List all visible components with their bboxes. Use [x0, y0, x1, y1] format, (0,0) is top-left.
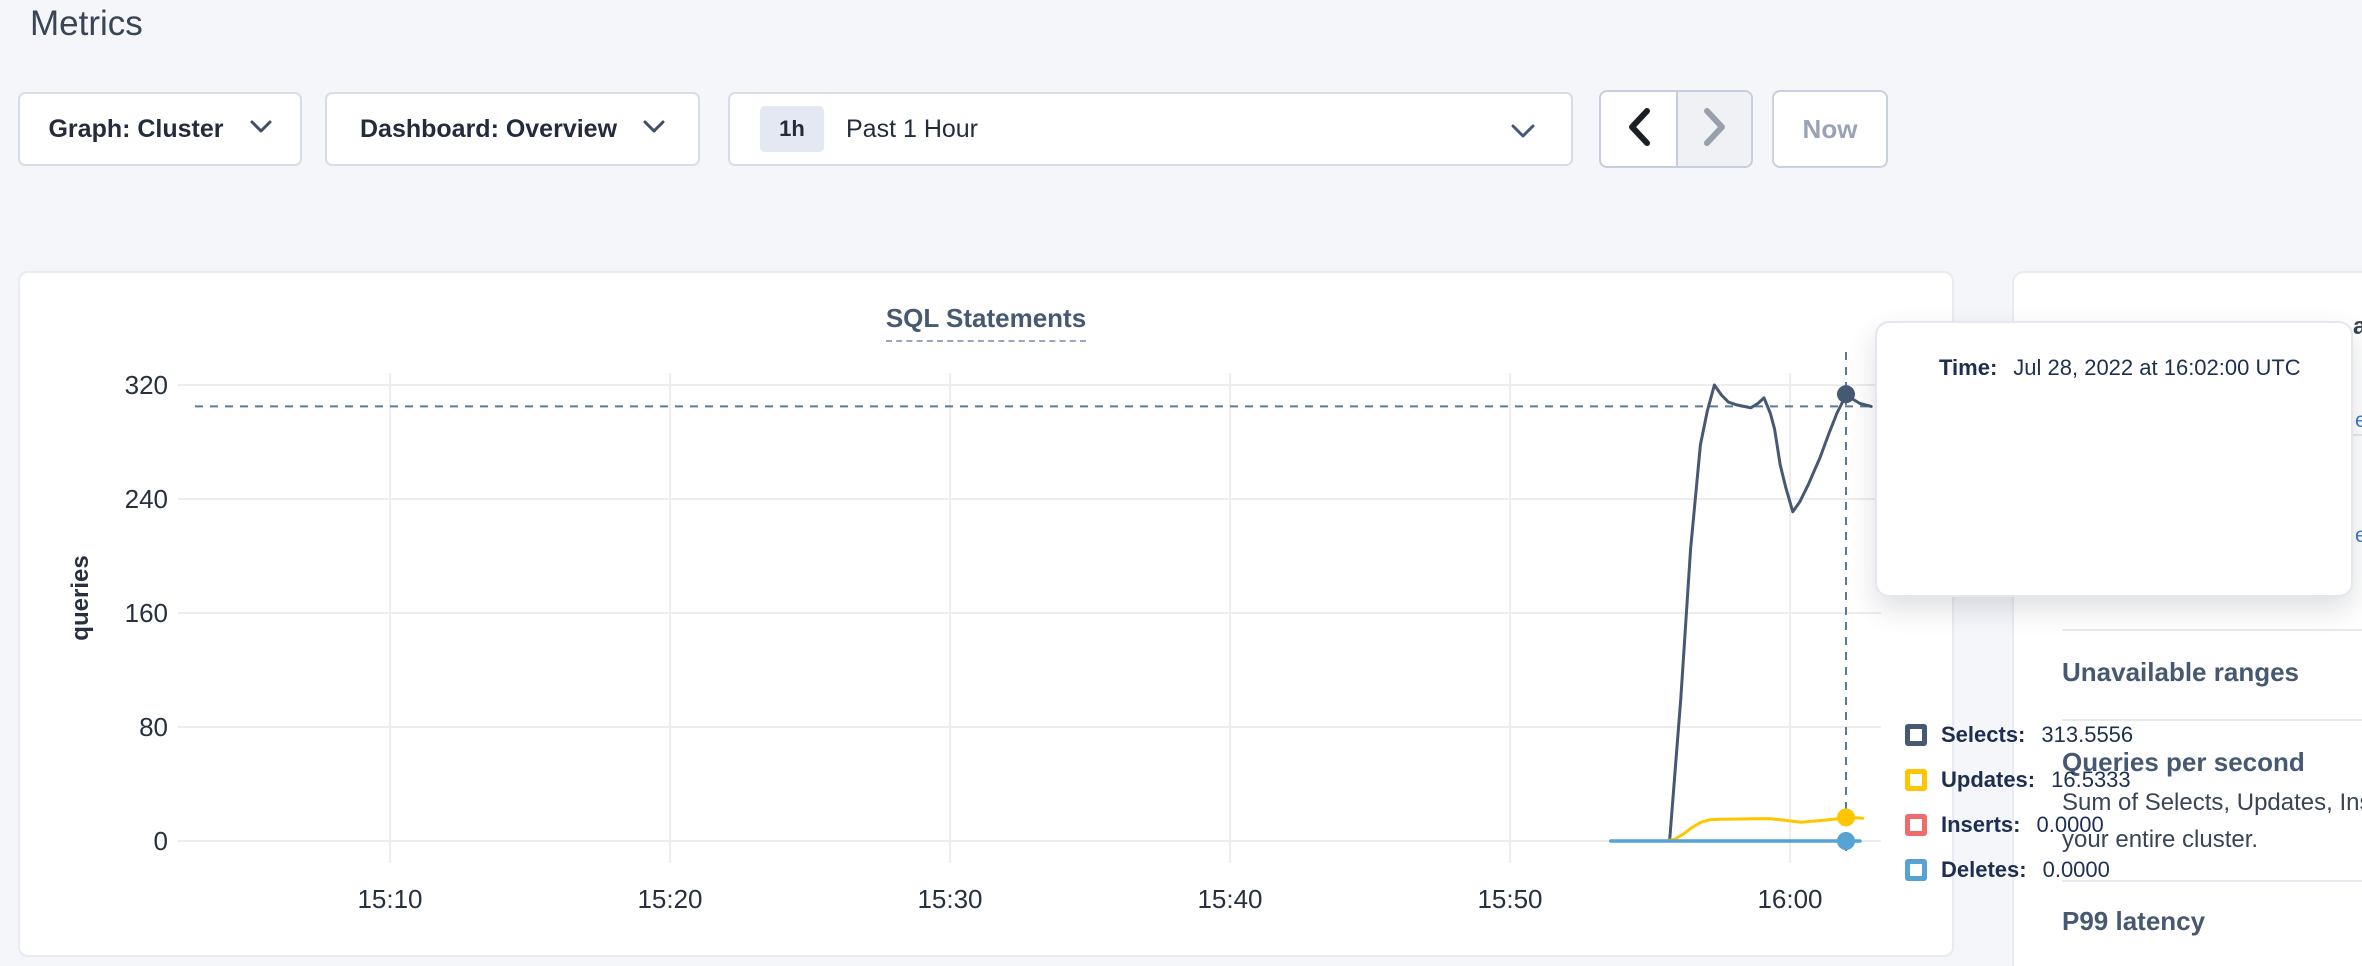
- chevron-down-icon: [250, 120, 272, 138]
- tooltip-time-value: Jul 28, 2022 at 16:02:00 UTC: [2013, 355, 2300, 380]
- graph-dropdown[interactable]: Graph: Cluster: [18, 92, 302, 166]
- time-pager: [1599, 90, 1753, 168]
- selects-swatch-icon: [1905, 724, 1927, 746]
- metrics-page: Metrics Graph: Cluster Dashboard: Overvi…: [0, 0, 2362, 966]
- sidebar-item-p99-latency: P99 latency: [2062, 906, 2205, 937]
- inserts-swatch-icon: [1905, 814, 1927, 836]
- tooltip-row-label: Deletes:: [1941, 857, 2027, 883]
- tooltip-row-deletes: Deletes: 0.0000: [1905, 857, 2110, 883]
- page-title: Metrics: [30, 4, 143, 44]
- deletes-swatch-icon: [1905, 859, 1927, 881]
- now-button[interactable]: Now: [1772, 90, 1888, 168]
- tooltip-row-value: 0.0000: [2043, 857, 2110, 883]
- tooltip-row-inserts: Inserts: 0.0000: [1905, 812, 2104, 838]
- tooltip-row-label: Inserts:: [1941, 812, 2020, 838]
- sidebar-item-unavailable-ranges: Unavailable ranges: [2062, 657, 2299, 688]
- time-range-label: Past 1 Hour: [846, 115, 978, 144]
- divider: [2062, 629, 2362, 631]
- clipped-link-fragment: e: [2355, 524, 2362, 548]
- chart-title[interactable]: SQL Statements: [886, 303, 1086, 342]
- next-time-button[interactable]: [1676, 92, 1751, 166]
- dashboard-dropdown[interactable]: Dashboard: Overview: [325, 92, 700, 166]
- time-range-picker[interactable]: 1h Past 1 Hour: [728, 92, 1573, 166]
- divider: [2062, 719, 2362, 721]
- chevron-right-icon: [1702, 107, 1728, 152]
- chevron-down-icon: [643, 120, 665, 138]
- chart-tooltip: Time:Jul 28, 2022 at 16:02:00 UTC Select…: [1875, 321, 2353, 597]
- tooltip-time-row: Time: Jul 28, 2022 at 16:02:00 UTC: [1939, 355, 2301, 381]
- chevron-left-icon: [1626, 107, 1652, 152]
- prev-time-button[interactable]: [1601, 92, 1676, 166]
- sidebar-item-description: Sum of Selects, Updates, Inser: [2062, 789, 2362, 817]
- tooltip-time-label: Time:: [1939, 355, 1997, 380]
- clipped-link-fragment: e: [2355, 409, 2362, 433]
- graph-dropdown-label: Graph: Cluster: [48, 115, 223, 144]
- time-range-badge: 1h: [760, 106, 824, 152]
- updates-swatch-icon: [1905, 769, 1927, 791]
- clipped-heading-fragment: a: [2353, 313, 2362, 341]
- tooltip-row-value: 313.5556: [2041, 722, 2133, 748]
- tooltip-row-updates: Updates: 16.5333: [1905, 767, 2131, 793]
- tooltip-row-value: 0.0000: [2036, 812, 2103, 838]
- chart-title-row: SQL Statements: [20, 303, 1952, 342]
- tooltip-row-selects: Selects: 313.5556: [1905, 722, 2133, 748]
- chevron-down-icon: [1511, 124, 1535, 143]
- tooltip-row-label: Updates:: [1941, 767, 2035, 793]
- dashboard-dropdown-label: Dashboard: Overview: [360, 115, 617, 144]
- tooltip-row-value: 16.5333: [2051, 767, 2131, 793]
- sql-statements-card: SQL Statements: [18, 271, 1954, 957]
- tooltip-row-label: Selects:: [1941, 722, 2025, 748]
